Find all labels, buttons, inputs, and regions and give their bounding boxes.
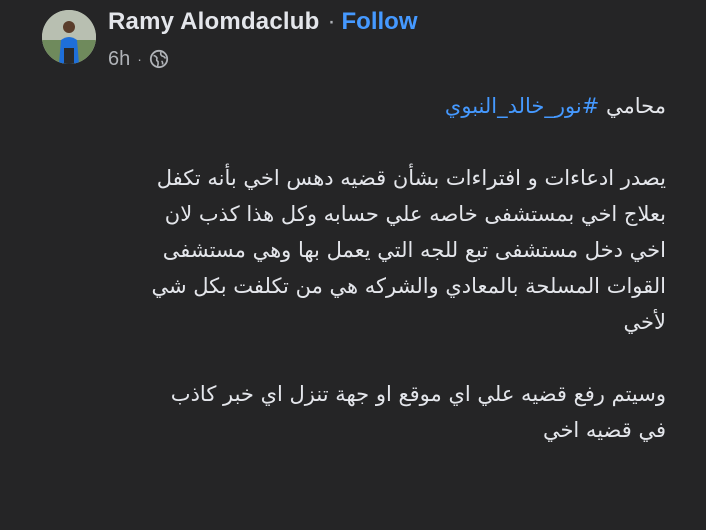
post-meta: 6h · (108, 46, 169, 72)
follow-button[interactable]: Follow (342, 8, 418, 36)
globe-icon[interactable] (149, 49, 169, 69)
post-body: محامي #نور_خالد_النبوي يصدر ادعاءات و اف… (26, 88, 666, 448)
post-header: Ramy Alomdaclub · Follow (108, 6, 417, 38)
body-line: اخي دخل مستشفى تبع للجه التي يعمل بها وه… (162, 238, 666, 262)
body-line: القوات المسلحة بالمعادي والشركه هي من تك… (151, 274, 666, 298)
avatar-image (42, 10, 96, 64)
body-line: لأخي (623, 310, 666, 334)
post-intro-line: محامي #نور_خالد_النبوي (26, 88, 666, 124)
meta-separator: · (137, 51, 142, 67)
closing-line: وسيتم رفع قضيه علي اي موقع او جهة تنزل ا… (170, 382, 666, 406)
hashtag-link[interactable]: #نور_خالد_النبوي (445, 94, 599, 118)
closing-line: في قضيه اخي (542, 418, 666, 442)
body-line: يصدر ادعاءات و افتراءات بشأن قضيه دهس اخ… (156, 166, 666, 190)
body-line: بعلاج اخي بمستشفى خاصه علي حسابه وكل هذا… (164, 202, 666, 226)
post-timestamp[interactable]: 6h (108, 48, 130, 71)
author-name[interactable]: Ramy Alomdaclub (108, 8, 320, 36)
post-card: Ramy Alomdaclub · Follow 6h · محامي #نور… (0, 0, 706, 530)
intro-text: محامي (606, 94, 666, 118)
header-separator: · (327, 8, 336, 35)
avatar[interactable] (42, 10, 96, 64)
